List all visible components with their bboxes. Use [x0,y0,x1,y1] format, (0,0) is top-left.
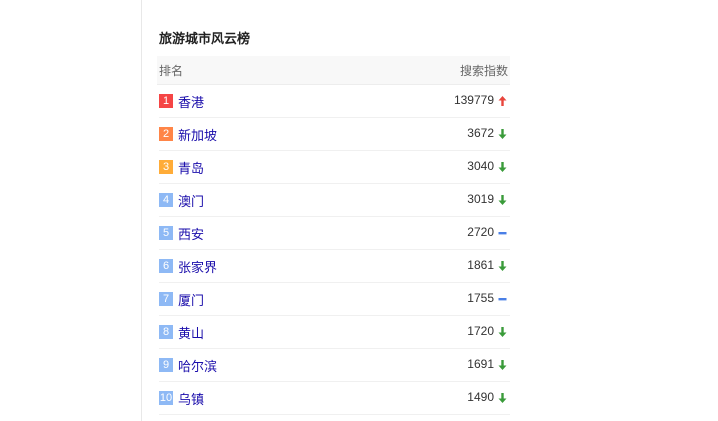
search-index-value: 1490 [467,390,494,404]
search-index-value: 1861 [467,258,494,272]
table-row: 3 青岛 3040 [159,151,510,184]
rank-badge: 2 [159,127,173,141]
dash-icon [498,227,507,239]
rank-badge: 3 [159,160,173,174]
search-index-value: 3040 [467,159,494,173]
header-value-label: 搜索指数 [459,64,508,78]
city-link[interactable]: 西安 [178,224,204,243]
city-link[interactable]: 新加坡 [178,125,217,144]
city-link[interactable]: 张家界 [178,257,217,276]
rank-badge: 9 [159,358,173,372]
arrow-down-icon [498,326,507,338]
arrow-down-icon [498,392,507,404]
table-row: 8 黄山 1720 [159,316,510,349]
arrow-down-icon [498,128,507,140]
rank-badge: 4 [159,193,173,207]
city-link[interactable]: 青岛 [178,158,204,177]
header-rank-label: 排名 [159,64,184,78]
table-row: 4 澳门 3019 [159,184,510,217]
left-divider [141,0,142,421]
city-link[interactable]: 香港 [178,92,204,111]
arrow-down-icon [498,161,507,173]
arrow-down-icon [498,194,507,206]
table-row: 10 乌镇 1490 [159,382,510,415]
city-link[interactable]: 厦门 [178,290,204,309]
search-index-value: 1720 [467,324,494,338]
arrow-down-icon [498,260,507,272]
rank-badge: 6 [159,259,173,273]
table-row: 2 新加坡 3672 [159,118,510,151]
ranking-list: 1 香港 139779 2 新加坡 3672 3 青岛 3040 4 澳门 3019 5 西安 2720 6 张… [159,85,510,415]
arrow-down-icon [498,359,507,371]
arrow-up-icon [498,95,507,107]
search-index-value: 1691 [467,357,494,371]
table-row: 6 张家界 1861 [159,250,510,283]
dash-icon [498,293,507,305]
table-header: 排名 搜索指数 [157,56,510,85]
search-index-value: 1755 [467,291,494,305]
city-link[interactable]: 黄山 [178,323,204,342]
city-link[interactable]: 澳门 [178,191,204,210]
rank-badge: 8 [159,325,173,339]
search-index-value: 2720 [467,225,494,239]
search-index-value: 3672 [467,126,494,140]
city-link[interactable]: 哈尔滨 [178,356,217,375]
table-row: 9 哈尔滨 1691 [159,349,510,382]
table-row: 1 香港 139779 [159,85,510,118]
table-row: 7 厦门 1755 [159,283,510,316]
rank-badge: 1 [159,94,173,108]
page: 旅游城市风云榜 排名 搜索指数 1 香港 139779 2 新加坡 3672 3 青岛 3040… [0,0,718,421]
search-index-value: 139779 [453,93,494,107]
search-index-value: 3019 [467,192,494,206]
panel-title: 旅游城市风云榜 [159,32,251,47]
rank-badge: 10 [159,391,173,405]
table-row: 5 西安 2720 [159,217,510,250]
rank-badge: 7 [159,292,173,306]
city-link[interactable]: 乌镇 [178,389,204,408]
rank-badge: 5 [159,226,173,240]
